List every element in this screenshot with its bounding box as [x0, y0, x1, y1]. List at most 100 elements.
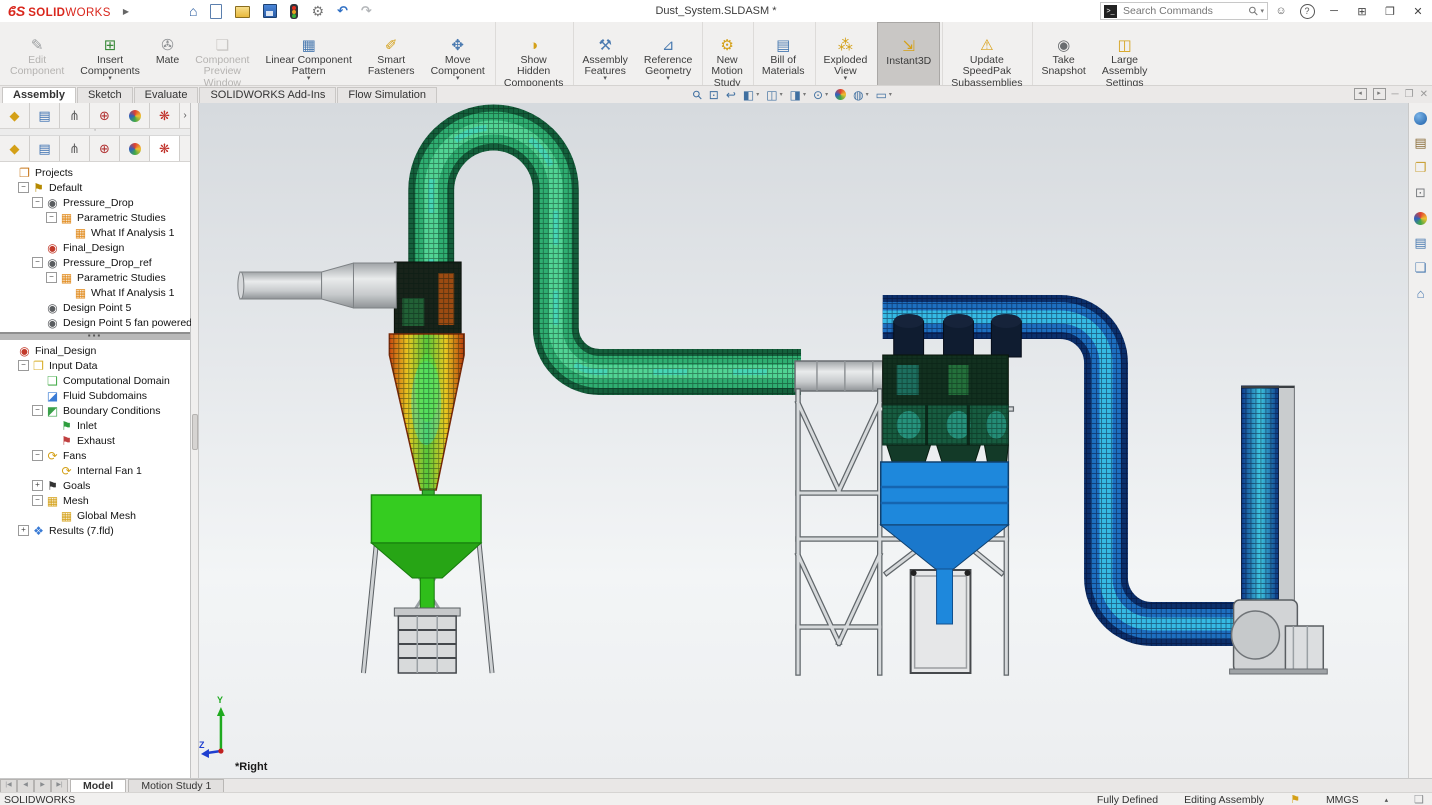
tree-item[interactable]: Projects — [0, 165, 190, 180]
smart-fasteners-button[interactable]: Smart Fasteners — [360, 22, 423, 85]
tree-item[interactable]: Exhaust — [0, 433, 190, 448]
open-button[interactable] — [231, 3, 257, 19]
tree-item[interactable]: Parametric Studies — [0, 270, 190, 285]
close-button[interactable]: ✕ — [1404, 5, 1432, 18]
tab-flow-simulation[interactable]: Flow Simulation — [337, 87, 437, 103]
rebuild-button[interactable] — [286, 3, 305, 20]
tab-solidworks-add-ins[interactable]: SOLIDWORKS Add-Ins — [199, 87, 336, 103]
dimxpertmanager-tab[interactable] — [90, 136, 120, 161]
featuremanager-tab[interactable] — [0, 136, 30, 161]
expand-toggle-icon[interactable] — [18, 525, 29, 536]
zoom-to-fit-icon[interactable] — [690, 88, 705, 102]
redo-button[interactable] — [357, 2, 379, 20]
collapse-right-pane-icon[interactable]: ▸ — [1373, 88, 1386, 100]
expand-toggle-icon[interactable] — [18, 360, 29, 371]
flow-simulation-tab[interactable] — [150, 103, 180, 128]
tree-item[interactable]: Final_Design — [0, 240, 190, 255]
fan-housing[interactable] — [1230, 600, 1328, 674]
tree-item[interactable]: Pressure_Drop — [0, 195, 190, 210]
tree-item[interactable]: Pressure_Drop_ref — [0, 255, 190, 270]
flow-simulation-tab[interactable] — [150, 136, 180, 161]
search-commands-box[interactable]: >_ ⚲ ▾ — [1100, 2, 1268, 20]
expand-toggle-icon[interactable] — [32, 480, 43, 491]
transition-duct[interactable] — [795, 361, 883, 391]
dust-collector-bin[interactable] — [363, 495, 492, 673]
bill-of-materials-button[interactable]: Bill of Materials — [753, 22, 813, 85]
mate-button[interactable]: Mate — [148, 22, 187, 85]
component-preview-window-button[interactable]: Component Preview Window — [187, 22, 257, 85]
doc-minimize-icon[interactable]: ─ — [1392, 89, 1399, 100]
save-button[interactable] — [259, 3, 284, 19]
next-tab-button[interactable]: ▶ — [34, 779, 51, 793]
units-caret-icon[interactable]: ▴ — [1385, 796, 1389, 804]
last-tab-button[interactable]: ▶| — [51, 779, 68, 793]
doc-close-icon[interactable]: ✕ — [1420, 89, 1428, 100]
cyclone-caps[interactable] — [894, 314, 1022, 357]
tree-splitter-handle[interactable]: ▪▪▪ — [0, 332, 190, 340]
expand-toggle-icon[interactable] — [46, 212, 57, 223]
design-library-button[interactable] — [1410, 132, 1432, 154]
tree-item[interactable]: Global Mesh — [0, 508, 190, 523]
reference-geometry-button[interactable]: Reference Geometry — [636, 22, 700, 85]
previous-view-icon[interactable] — [723, 88, 739, 102]
tag-icon[interactable] — [1414, 793, 1424, 805]
expand-toggle-icon[interactable] — [18, 182, 29, 193]
collapse-left-pane-icon[interactable]: ◂ — [1354, 88, 1367, 100]
expand-toggle-icon[interactable] — [46, 272, 57, 283]
view-orientation-icon[interactable] — [763, 88, 785, 102]
file-explorer-button[interactable] — [1410, 157, 1432, 179]
menu-expand-arrow-icon[interactable]: ▶ — [123, 7, 129, 16]
tree-item[interactable]: Design Point 5 — [0, 300, 190, 315]
update-speedpak-subassemblies-button[interactable]: Update SpeedPak Subassemblies — [942, 22, 1030, 85]
apply-scene-icon[interactable] — [850, 88, 872, 102]
tree-item[interactable]: Default — [0, 180, 190, 195]
user-login-icon[interactable]: ☺ — [1268, 5, 1294, 17]
tree-item[interactable]: Fluid Subdomains — [0, 388, 190, 403]
previous-tab-button[interactable]: ◀ — [17, 779, 34, 793]
displaymanager-tab[interactable] — [120, 103, 150, 128]
section-view-icon[interactable] — [740, 88, 762, 102]
model-canvas[interactable]: Y Z — [199, 103, 1408, 778]
new-motion-study-button[interactable]: New Motion Study — [702, 22, 751, 85]
stretch-button[interactable]: ⊞ — [1348, 5, 1376, 18]
inlet-pipe[interactable] — [238, 263, 396, 308]
hide-show-items-icon[interactable] — [810, 88, 831, 102]
move-component-button[interactable]: Move Component — [423, 22, 493, 85]
tree-item[interactable]: What If Analysis 1 — [0, 285, 190, 300]
expand-toggle-icon[interactable] — [32, 197, 43, 208]
tree-item[interactable]: Goals — [0, 478, 190, 493]
linear-component-pattern-button[interactable]: Linear Component Pattern — [257, 22, 359, 85]
baghouse-collector[interactable] — [881, 314, 1022, 673]
search-dropdown-icon[interactable]: ▾ — [1260, 7, 1264, 15]
tab-overflow-arrow-icon[interactable]: › — [180, 103, 190, 128]
tab-evaluate[interactable]: Evaluate — [134, 87, 199, 103]
displaymanager-tab[interactable] — [120, 136, 150, 161]
exploded-view-button[interactable]: Exploded View — [815, 22, 876, 85]
tree-item[interactable]: Inlet — [0, 418, 190, 433]
panel-resize-splitter[interactable] — [191, 103, 199, 778]
undo-button[interactable] — [333, 2, 355, 20]
zoom-to-area-icon[interactable] — [706, 88, 722, 102]
solidworks-forum-button[interactable] — [1410, 257, 1432, 279]
tree-item[interactable]: Final_Design — [0, 343, 190, 358]
tree-item[interactable]: Design Point 5 fan powered — [0, 315, 190, 330]
expand-toggle-icon[interactable] — [32, 450, 43, 461]
home-button[interactable] — [185, 2, 204, 20]
view-settings-icon[interactable] — [873, 88, 895, 102]
appearances-scenes-decals-button[interactable] — [1410, 207, 1432, 229]
exhaust-fan-unit[interactable] — [1230, 386, 1328, 674]
large-assembly-settings-button[interactable]: Large Assembly Settings — [1094, 22, 1156, 85]
tree-item[interactable]: Boundary Conditions — [0, 403, 190, 418]
model-tab[interactable]: Model — [70, 779, 126, 793]
panel-splitter-grip[interactable] — [192, 414, 198, 450]
restore-button[interactable]: ❐ — [1376, 5, 1404, 18]
solidworks-resources-button[interactable] — [1410, 107, 1432, 129]
display-style-icon[interactable] — [787, 88, 809, 102]
tree-item[interactable]: Computational Domain — [0, 373, 190, 388]
expand-toggle-icon[interactable] — [32, 405, 43, 416]
pane-splitter-handle[interactable]: ◦ — [0, 129, 190, 136]
propertymanager-tab[interactable] — [30, 103, 60, 128]
dimxpertmanager-tab[interactable] — [90, 103, 120, 128]
tree-item[interactable]: Parametric Studies — [0, 210, 190, 225]
overhead-loop-duct[interactable] — [431, 128, 801, 373]
